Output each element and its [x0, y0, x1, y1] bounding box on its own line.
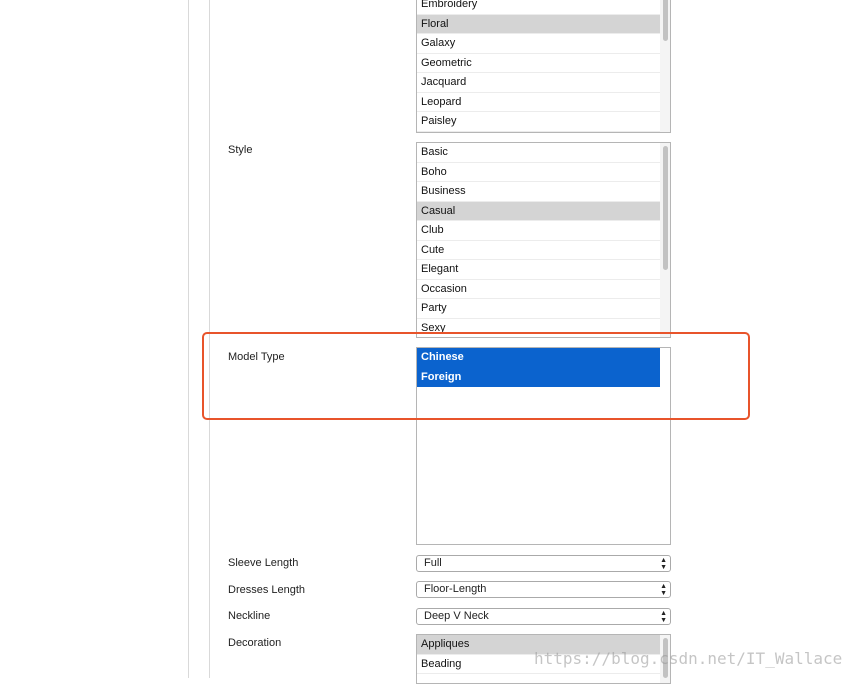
list-item[interactable]: Geometric — [417, 54, 660, 73]
list-item[interactable]: Cute — [417, 241, 660, 260]
decoration-label: Decoration — [228, 637, 282, 649]
updown-arrows-icon: ▲ ▼ — [660, 609, 667, 624]
scroll-thumb[interactable] — [663, 0, 668, 41]
updown-arrows-icon: ▲ ▼ — [660, 556, 667, 571]
updown-arrows-icon: ▲ ▼ — [660, 582, 667, 597]
list-item[interactable]: Embroidery — [417, 0, 660, 15]
list-item[interactable]: Basic — [417, 143, 660, 163]
list-item[interactable]: Club — [417, 221, 660, 241]
left-divider — [188, 0, 189, 678]
list-item[interactable]: Paisley — [417, 112, 660, 132]
list-item[interactable]: Boho — [417, 163, 660, 182]
select-value: Deep V Neck — [424, 610, 489, 622]
neckline-select[interactable]: Deep V Neck ▲ ▼ — [416, 608, 671, 625]
list-item[interactable]: Occasion — [417, 280, 660, 299]
neckline-label: Neckline — [228, 610, 271, 622]
list-item[interactable]: Business — [417, 182, 660, 202]
style-label: Style — [228, 144, 253, 156]
dresses-length-select[interactable]: Floor-Length ▲ ▼ — [416, 581, 671, 598]
list-item[interactable]: Leopard — [417, 93, 660, 112]
list-item[interactable]: Elegant — [417, 260, 660, 280]
list-item[interactable]: Jacquard — [417, 73, 660, 93]
pattern-listbox[interactable]: Embroidery Floral Galaxy Geometric Jacqu… — [416, 0, 671, 133]
select-value: Full — [424, 557, 442, 569]
dresses-length-label: Dresses Length — [228, 584, 306, 596]
pattern-scrollbar[interactable] — [660, 0, 670, 132]
list-item[interactable]: Party — [417, 299, 660, 319]
list-item[interactable]: Casual — [417, 201, 660, 221]
watermark-text: https://blog.csdn.net/IT_Wallace — [534, 649, 843, 668]
scroll-thumb[interactable] — [663, 146, 668, 270]
style-scrollbar[interactable] — [660, 143, 670, 337]
style-listbox[interactable]: Basic Boho Business Casual Club Cute Ele… — [416, 142, 671, 338]
list-item[interactable]: Floral — [417, 14, 660, 34]
list-item[interactable]: Galaxy — [417, 34, 660, 54]
annotation-highlight-box — [202, 332, 750, 420]
sleeve-length-label: Sleeve Length — [228, 557, 299, 569]
select-value: Floor-Length — [424, 583, 487, 595]
sleeve-length-select[interactable]: Full ▲ ▼ — [416, 555, 671, 572]
